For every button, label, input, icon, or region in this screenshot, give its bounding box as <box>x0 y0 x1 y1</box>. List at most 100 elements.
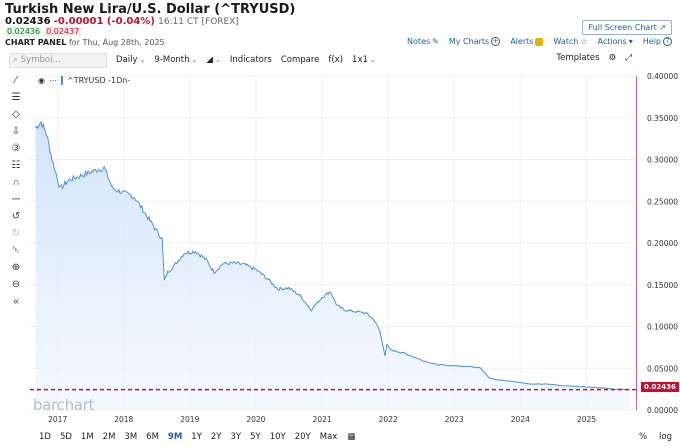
x-tick-label: 2020 <box>246 415 265 424</box>
shape-tool-icon[interactable]: ◇ <box>8 106 24 123</box>
y-tick-label: 0.20000 <box>647 239 678 248</box>
pattern-tool-icon[interactable]: ☷ <box>8 157 24 174</box>
y-tick-label: 0.05000 <box>647 364 678 373</box>
range-3m[interactable]: 3M <box>124 432 137 442</box>
indicators-button[interactable]: Indicators <box>230 55 272 65</box>
mycharts-link[interactable]: My Charts + <box>449 37 501 46</box>
x-tick-label: 2019 <box>180 415 199 424</box>
eye-icon[interactable]: ◉ <box>38 76 45 85</box>
notes-label: Notes <box>407 37 431 46</box>
trendline-tool-icon[interactable]: ∕ <box>8 72 24 89</box>
chart-type-dropdown[interactable]: ◢ ⌄ <box>206 55 220 65</box>
range-1d[interactable]: 1D <box>39 432 51 442</box>
range-6m[interactable]: 6M <box>146 432 159 442</box>
watch-link[interactable]: Watch ☆ <box>553 37 587 46</box>
y-tick-label: 0.25000 <box>647 197 678 206</box>
trash-icon[interactable]: ␡ <box>8 242 24 259</box>
x-axis: 2017 2018 2019 2020 2021 2022 2023 2024 2025 <box>48 415 596 424</box>
undo-icon[interactable]: ↺ <box>8 208 24 225</box>
range-max[interactable]: Max <box>320 432 338 442</box>
layout-label: 1x1 <box>352 55 368 65</box>
quote-timestamp: 16:11 CT [FOREX] <box>158 17 239 27</box>
x-tick-label: 2024 <box>511 415 530 424</box>
bid-ask: 0.02436 0.02437 <box>5 27 82 36</box>
templates-button[interactable]: Templates <box>556 53 599 63</box>
drawing-tools: ∕ ☰ ◇ ⇩ ③ ☷ ∩ ⎓ ↺ ↻ ␡ ⊕ ⊖ « <box>8 72 24 310</box>
series-color-swatch <box>60 76 63 85</box>
y-axis: 0.00000 0.05000 0.10000 0.15000 0.20000 0.250… <box>647 72 678 415</box>
more-icon[interactable]: ⋯ <box>49 76 57 85</box>
range-2m[interactable]: 2M <box>103 432 116 442</box>
fullscreen-label: Full Screen Chart <box>588 23 657 32</box>
interval-label: Daily <box>116 55 138 65</box>
collapse-icon[interactable]: « <box>8 293 24 310</box>
y-tick-label: 0.10000 <box>647 323 678 332</box>
area-chart-icon: ◢ <box>206 55 213 65</box>
expand-icon[interactable]: ⤢ <box>625 53 632 63</box>
symbol-input[interactable]: Symbol... <box>21 55 61 65</box>
indicators-label: Indicators <box>229 55 272 65</box>
range-9m[interactable]: 9M <box>168 432 182 442</box>
toolbar-right: Templates ⚙ ⤢ <box>556 53 632 63</box>
price-chart[interactable]: 0.00000 0.05000 0.10000 0.15000 0.20000 0.250… <box>30 70 680 430</box>
y-tick-label: 0.35000 <box>647 114 678 123</box>
layout-dropdown[interactable]: 1x1 ⌄ <box>352 55 376 65</box>
zoom-in-icon[interactable]: ⊕ <box>8 259 24 276</box>
range-bar: 1D 5D 1M 2M 3M 6M 9M 1Y 2Y 3Y 5Y 10Y 20Y Max ▦ % log <box>0 430 680 444</box>
calendar-icon[interactable]: ▦ <box>347 432 355 442</box>
last-price: 0.02436 <box>5 16 51 27</box>
range-2y[interactable]: 2Y <box>211 432 222 442</box>
chevron-down-icon: ⌄ <box>139 56 146 64</box>
range-10y[interactable]: 10Y <box>270 432 286 442</box>
range-3y[interactable]: 3Y <box>231 432 242 442</box>
caret-down-icon: ▾ <box>628 37 633 46</box>
fullscreen-chart-button[interactable]: Full Screen Chart ↗ <box>582 20 672 35</box>
range-5y[interactable]: 5Y <box>250 432 261 442</box>
x-tick-label: 2018 <box>114 415 133 424</box>
interval-dropdown[interactable]: Daily ⌄ <box>116 55 145 65</box>
zoom-out-icon[interactable]: ⊖ <box>8 276 24 293</box>
range-label: 9-Month <box>154 55 190 65</box>
x-tick-label: 2025 <box>577 415 596 424</box>
bid-value: 0.02436 <box>5 27 43 36</box>
compare-label: Compare <box>280 55 320 65</box>
log-toggle[interactable]: log <box>659 432 672 442</box>
range-1m[interactable]: 1M <box>81 432 94 442</box>
chart-toolbar: ⌕ Symbol... Daily ⌄ 9-Month ⌄ ◢ ⌄ Indicator… <box>0 51 640 69</box>
lock-icon[interactable]: ⎓ <box>8 191 24 208</box>
help-label: Help <box>642 37 661 46</box>
y-tick-label: 0.15000 <box>647 281 678 290</box>
price-area <box>35 121 630 411</box>
x-tick-label: 2017 <box>48 415 67 424</box>
y-tick-label: 0.00000 <box>647 406 678 415</box>
search-icon: ⌕ <box>13 55 18 65</box>
range-5d[interactable]: 5D <box>60 432 72 442</box>
arrow-tool-icon[interactable]: ⇩ <box>8 123 24 140</box>
fx-button[interactable]: f(x) <box>328 55 343 65</box>
redo-icon[interactable]: ↻ <box>8 225 24 242</box>
percent-toggle[interactable]: % <box>639 432 647 442</box>
range-20y[interactable]: 20Y <box>295 432 311 442</box>
gear-icon[interactable]: ⚙ <box>609 53 617 63</box>
chart-panel-label: CHART PANEL for Thu, Aug 28th, 2025 <box>5 38 165 47</box>
counter-tool-icon[interactable]: ③ <box>8 140 24 157</box>
top-links: Notes ✎ My Charts + Alerts Watch ☆ Actions ▾… <box>407 37 672 46</box>
fibonacci-tool-icon[interactable]: ☰ <box>8 89 24 106</box>
edit-icon: ✎ <box>432 37 439 46</box>
chart-legend[interactable]: ◉ ⋯ ^TRYUSD -1Dn- <box>38 76 130 85</box>
scale-options: % log <box>639 432 672 442</box>
actions-menu[interactable]: Actions ▾ <box>598 37 633 46</box>
notes-link[interactable]: Notes ✎ <box>407 37 439 46</box>
range-1y[interactable]: 1Y <box>191 432 202 442</box>
x-tick-label: 2023 <box>445 415 464 424</box>
range-dropdown[interactable]: 9-Month ⌄ <box>154 55 197 65</box>
x-tick-label: 2021 <box>313 415 332 424</box>
help-link[interactable]: Help? <box>643 37 672 46</box>
symbol-search[interactable]: ⌕ Symbol... <box>9 52 107 68</box>
compare-button[interactable]: Compare <box>281 55 320 65</box>
panel-label-title: CHART PANEL <box>5 38 67 47</box>
alert-bell-icon <box>535 37 544 46</box>
chevron-down-icon: ⌄ <box>191 56 198 64</box>
magnet-icon[interactable]: ∩ <box>8 174 24 191</box>
alerts-link[interactable]: Alerts <box>510 37 544 46</box>
